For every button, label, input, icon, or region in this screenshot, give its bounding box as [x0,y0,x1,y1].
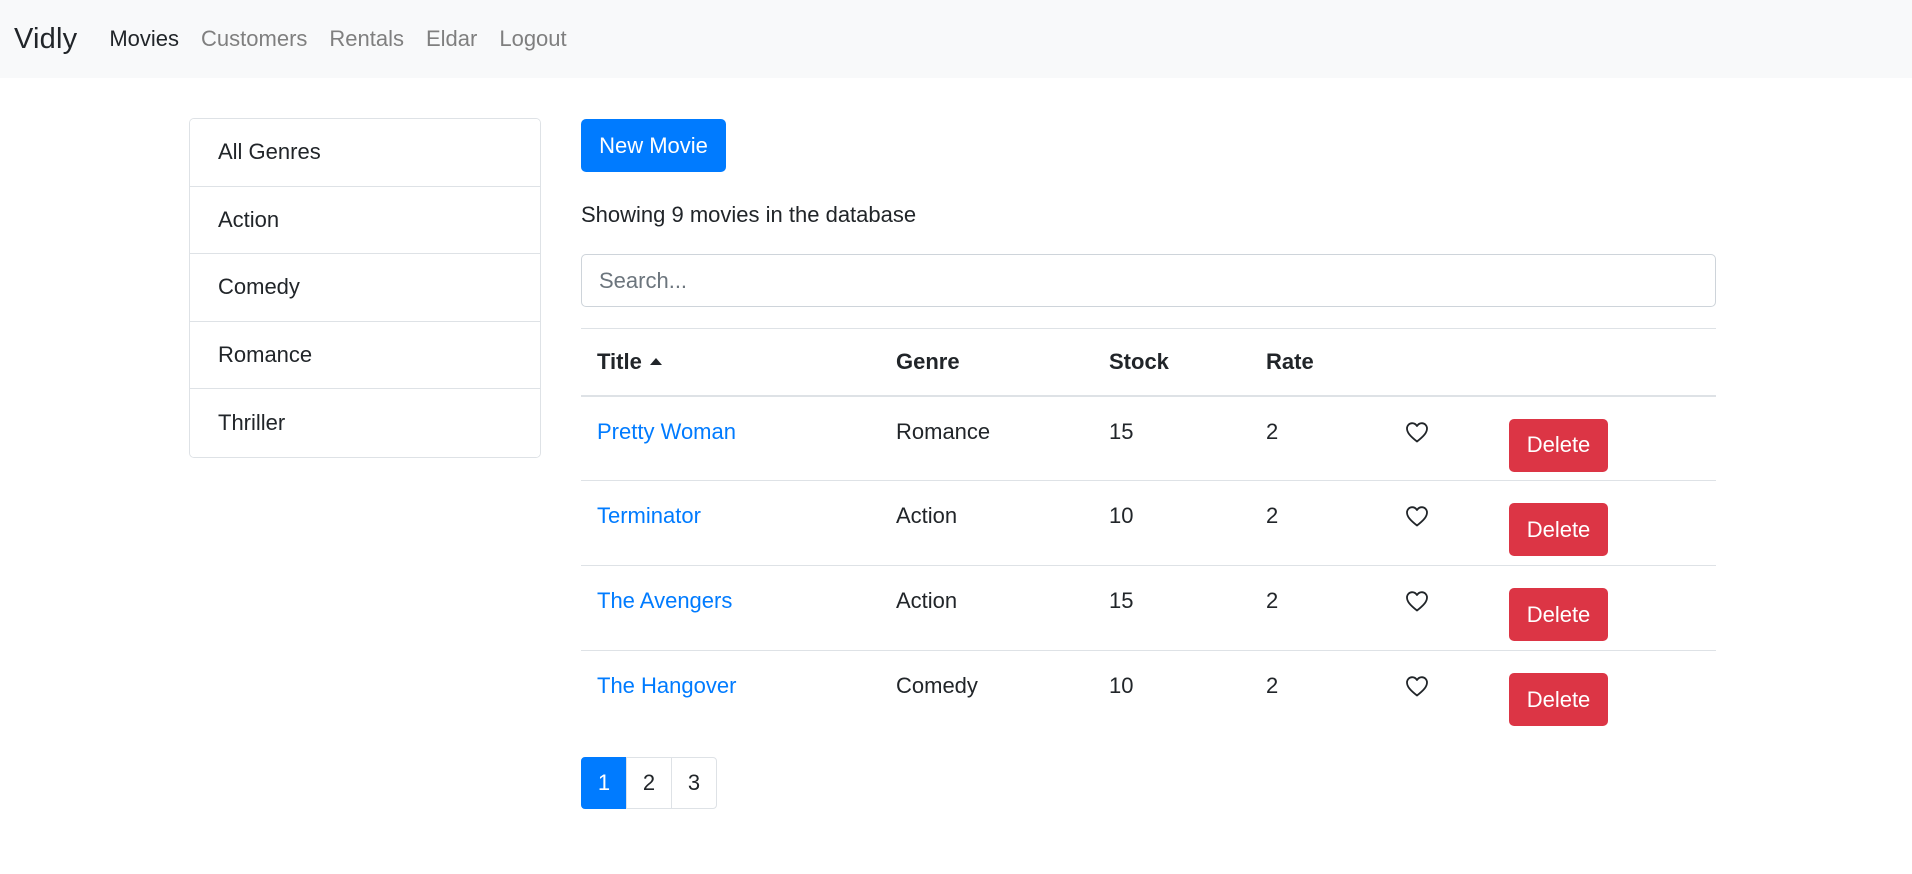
column-header-like [1389,328,1493,397]
navbar: Vidly Movies Customers Rentals Eldar Log… [0,0,1912,78]
movie-count-text: Showing 9 movies in the database [581,202,917,227]
genre-item-romance[interactable]: Romance [190,321,540,390]
movie-title-link[interactable]: Terminator [597,503,701,528]
movie-stock: 15 [1093,395,1250,481]
delete-button[interactable]: Delete [1509,503,1608,556]
column-header-stock[interactable]: Stock [1093,328,1250,397]
movie-stock: 15 [1093,565,1250,651]
page-link-2[interactable]: 2 [626,757,672,809]
table-row: The Avengers Action 15 2 Delete [581,565,1716,651]
movie-rate: 2 [1250,480,1389,566]
genre-item-all[interactable]: All Genres [190,119,540,187]
page-link-1[interactable]: 1 [581,757,627,809]
table-header-row: Title Genre Stock Rate [581,328,1716,397]
delete-button[interactable]: Delete [1509,588,1608,641]
search-input[interactable] [581,254,1716,307]
delete-button[interactable]: Delete [1509,418,1608,472]
genre-item-comedy[interactable]: Comedy [190,254,540,322]
movie-rate: 2 [1266,673,1279,698]
movie-rate: 2 [1250,395,1389,481]
movie-genre: Romance [880,395,1093,481]
heart-icon[interactable] [1405,675,1429,703]
movie-title-link[interactable]: The Avengers [597,588,732,613]
page-link-3[interactable]: 3 [671,757,717,809]
movie-rate: 2 [1250,565,1389,651]
sort-asc-icon [649,357,662,365]
heart-icon[interactable] [1405,590,1429,618]
table-row: Terminator Action 10 2 Delete [581,480,1716,566]
brand-link[interactable]: Vidly [14,23,77,56]
movie-genre: Comedy [896,673,978,698]
pagination: 1 2 3 [581,757,717,809]
nav-link-logout[interactable]: Logout [499,26,566,52]
column-header-title[interactable]: Title [581,328,880,397]
genre-item-thriller[interactable]: Thriller [190,389,540,457]
genre-list: All Genres Action Comedy Romance Thrille… [189,118,541,458]
movie-stock: 10 [1093,480,1250,566]
table-row: Pretty Woman Romance 15 2 Delete [581,395,1716,481]
movie-stock: 10 [1109,673,1134,698]
movie-genre: Action [880,480,1093,566]
movie-title-link[interactable]: Pretty Woman [597,419,736,444]
nav-link-profile[interactable]: Eldar [426,26,477,52]
nav-link-customers[interactable]: Customers [201,26,307,52]
new-movie-button[interactable]: New Movie [581,119,726,172]
column-header-title-label: Title [597,348,642,374]
table-row: The Hangover Comedy 10 2 Delete [581,651,1716,736]
movies-table: Title Genre Stock Rate Pretty Woman Roma… [581,328,1716,736]
nav-link-rentals[interactable]: Rentals [329,26,404,52]
movie-genre: Action [880,565,1093,651]
movie-title-link[interactable]: The Hangover [597,673,736,698]
column-header-genre[interactable]: Genre [880,328,1093,397]
column-header-delete [1493,328,1716,397]
delete-button[interactable]: Delete [1509,673,1608,726]
genre-item-action[interactable]: Action [190,186,540,255]
nav-link-movies[interactable]: Movies [109,26,179,52]
heart-icon[interactable] [1405,421,1429,449]
heart-icon[interactable] [1405,505,1429,533]
column-header-rate[interactable]: Rate [1250,328,1389,397]
